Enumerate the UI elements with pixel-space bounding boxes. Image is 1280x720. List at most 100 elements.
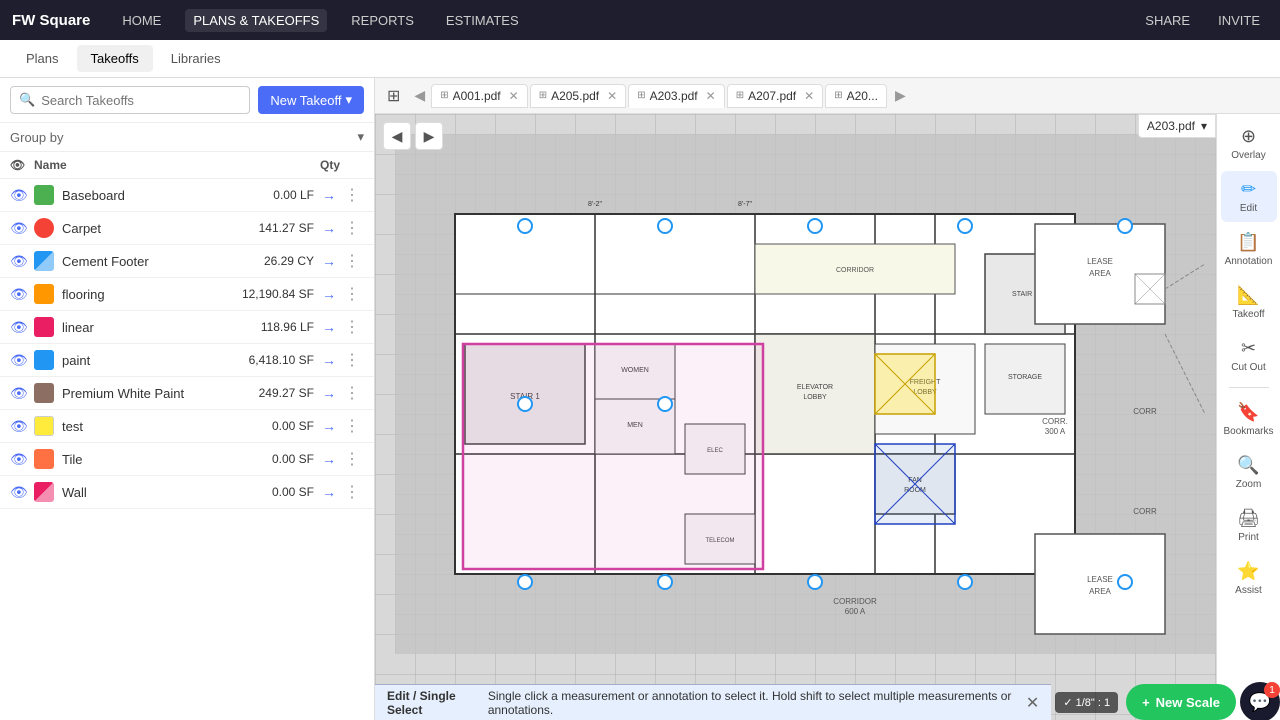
new-scale-label: New Scale [1156, 695, 1220, 710]
table-row: 👁 Baseboard 0.00 LF → ⋮ [0, 179, 374, 212]
invite-button[interactable]: INVITE [1210, 9, 1268, 32]
row-menu-5[interactable]: ⋮ [340, 350, 364, 370]
row-menu-2[interactable]: ⋮ [340, 251, 364, 271]
visibility-toggle-7[interactable]: 👁 [10, 418, 34, 435]
visibility-toggle-4[interactable]: 👁 [10, 319, 34, 336]
row-arrow-3[interactable]: → [318, 286, 340, 302]
edit-icon: ✏ [1241, 179, 1256, 200]
pdf-tab-2[interactable]: ⊞ A203.pdf ✕ [628, 84, 725, 108]
eye-icon-7: 👁 [10, 418, 28, 434]
chevron-down-icon: ▾ [345, 92, 352, 108]
row-menu-6[interactable]: ⋮ [340, 383, 364, 403]
row-menu-0[interactable]: ⋮ [340, 185, 364, 205]
col-name-header: Name [34, 158, 254, 172]
visibility-toggle-6[interactable]: 👁 [10, 385, 34, 402]
row-arrow-2[interactable]: → [318, 253, 340, 269]
row-color-icon-8 [34, 449, 54, 469]
overlay-icon: ⊕ [1241, 126, 1256, 147]
row-qty-2: 26.29 CY [208, 254, 318, 268]
group-by-label: Group by [10, 130, 63, 145]
dropdown-icon[interactable]: ▾ [1201, 119, 1207, 133]
nav-reports[interactable]: REPORTS [343, 9, 422, 32]
annotation-icon: 📋 [1237, 232, 1259, 253]
table-row: 👁 Wall 0.00 SF → ⋮ [0, 476, 374, 509]
plan-nav-forward[interactable]: ▶ [415, 122, 443, 150]
tool-assist[interactable]: ⭐ Assist [1221, 553, 1277, 604]
pdf-tab-1[interactable]: ⊞ A205.pdf ✕ [530, 84, 627, 108]
print-icon: 🖨 [1237, 508, 1260, 529]
row-arrow-8[interactable]: → [318, 451, 340, 467]
tab-close-3[interactable]: ✕ [804, 89, 814, 103]
row-arrow-7[interactable]: → [318, 418, 340, 434]
row-name-7: test [62, 419, 208, 434]
tool-bookmarks[interactable]: 🔖 Bookmarks [1221, 394, 1277, 445]
visibility-toggle-8[interactable]: 👁 [10, 451, 34, 468]
tab-icon-4: ⊞ [834, 90, 842, 101]
visibility-toggle-9[interactable]: 👁 [10, 484, 34, 501]
plan-nav-back[interactable]: ◀ [383, 122, 411, 150]
share-button[interactable]: SHARE [1137, 9, 1198, 32]
visibility-toggle-0[interactable]: 👁 [10, 187, 34, 204]
scale-info: ✓ 1/8" : 1 [1055, 692, 1118, 713]
pdf-tab-3[interactable]: ⊞ A207.pdf ✕ [727, 84, 824, 108]
row-arrow-5[interactable]: → [318, 352, 340, 368]
eye-icon-0: 👁 [10, 187, 28, 203]
row-color-icon-6 [34, 383, 54, 403]
group-by-row[interactable]: Group by ▾ [0, 123, 374, 152]
eye-icon-9: 👁 [10, 484, 28, 500]
grid-view-button[interactable]: ⊞ [379, 82, 408, 110]
table-row: 👁 linear 118.96 LF → ⋮ [0, 311, 374, 344]
tab-libraries[interactable]: Libraries [157, 45, 235, 72]
tab-close-2[interactable]: ✕ [706, 89, 716, 103]
tool-annotation[interactable]: 📋 Annotation [1221, 224, 1277, 275]
row-color-icon-3 [34, 284, 54, 304]
brand-logo: FW Square [12, 12, 90, 29]
tool-zoom[interactable]: 🔍 Zoom [1221, 447, 1277, 498]
svg-text:CORRIDOR: CORRIDOR [833, 597, 877, 606]
tool-overlay[interactable]: ⊕ Overlay [1221, 118, 1277, 169]
row-arrow-4[interactable]: → [318, 319, 340, 335]
visibility-toggle-1[interactable]: 👁 [10, 220, 34, 237]
row-menu-8[interactable]: ⋮ [340, 449, 364, 469]
tool-cutout[interactable]: ✂ Cut Out [1221, 330, 1277, 381]
search-input[interactable] [41, 93, 241, 108]
tab-icon-3: ⊞ [736, 90, 744, 101]
tab-nav-left[interactable]: ◀ [408, 85, 431, 106]
chat-button[interactable]: 💬 1 [1240, 682, 1280, 720]
row-arrow-0[interactable]: → [318, 187, 340, 203]
nav-plans-takeoffs[interactable]: PLANS & TAKEOFFS [185, 9, 327, 32]
tool-print[interactable]: 🖨 Print [1221, 500, 1277, 551]
tab-plans[interactable]: Plans [12, 45, 73, 72]
tab-nav-right[interactable]: ▶ [889, 85, 912, 106]
row-menu-7[interactable]: ⋮ [340, 416, 364, 436]
row-qty-8: 0.00 SF [208, 452, 318, 466]
new-takeoff-button[interactable]: New Takeoff ▾ [258, 86, 364, 114]
tool-edit[interactable]: ✏ Edit [1221, 171, 1277, 222]
tools-sidebar: ⊕ Overlay ✏ Edit 📋 Annotation 📐 Takeoff … [1216, 114, 1280, 720]
nav-home[interactable]: HOME [114, 9, 169, 32]
row-menu-1[interactable]: ⋮ [340, 218, 364, 238]
row-menu-9[interactable]: ⋮ [340, 482, 364, 502]
visibility-toggle-5[interactable]: 👁 [10, 352, 34, 369]
tool-takeoff[interactable]: 📐 Takeoff [1221, 277, 1277, 328]
row-name-2: Cement Footer [62, 254, 208, 269]
new-scale-button[interactable]: + New Scale [1126, 684, 1236, 720]
status-bold-text: Edit / Single Select [387, 689, 484, 717]
pdf-tab-0[interactable]: ⊞ A001.pdf ✕ [431, 84, 528, 108]
row-arrow-1[interactable]: → [318, 220, 340, 236]
svg-text:LEASE: LEASE [1087, 575, 1113, 584]
status-close-button[interactable]: ✕ [1026, 693, 1039, 713]
nav-estimates[interactable]: ESTIMATES [438, 9, 527, 32]
tab-close-0[interactable]: ✕ [509, 89, 519, 103]
row-menu-3[interactable]: ⋮ [340, 284, 364, 304]
tab-takeoffs[interactable]: Takeoffs [77, 45, 153, 72]
visibility-toggle-3[interactable]: 👁 [10, 286, 34, 303]
row-menu-4[interactable]: ⋮ [340, 317, 364, 337]
tab-close-1[interactable]: ✕ [607, 89, 617, 103]
visibility-toggle-2[interactable]: 👁 [10, 253, 34, 270]
plan-view[interactable]: STAIR 1 WOMEN MEN ELEVATOR LOBBY ELEC [375, 114, 1216, 720]
row-arrow-6[interactable]: → [318, 385, 340, 401]
row-arrow-9[interactable]: → [318, 484, 340, 500]
pdf-tab-4[interactable]: ⊞ A20... [825, 84, 887, 108]
row-qty-1: 141.27 SF [208, 221, 318, 235]
